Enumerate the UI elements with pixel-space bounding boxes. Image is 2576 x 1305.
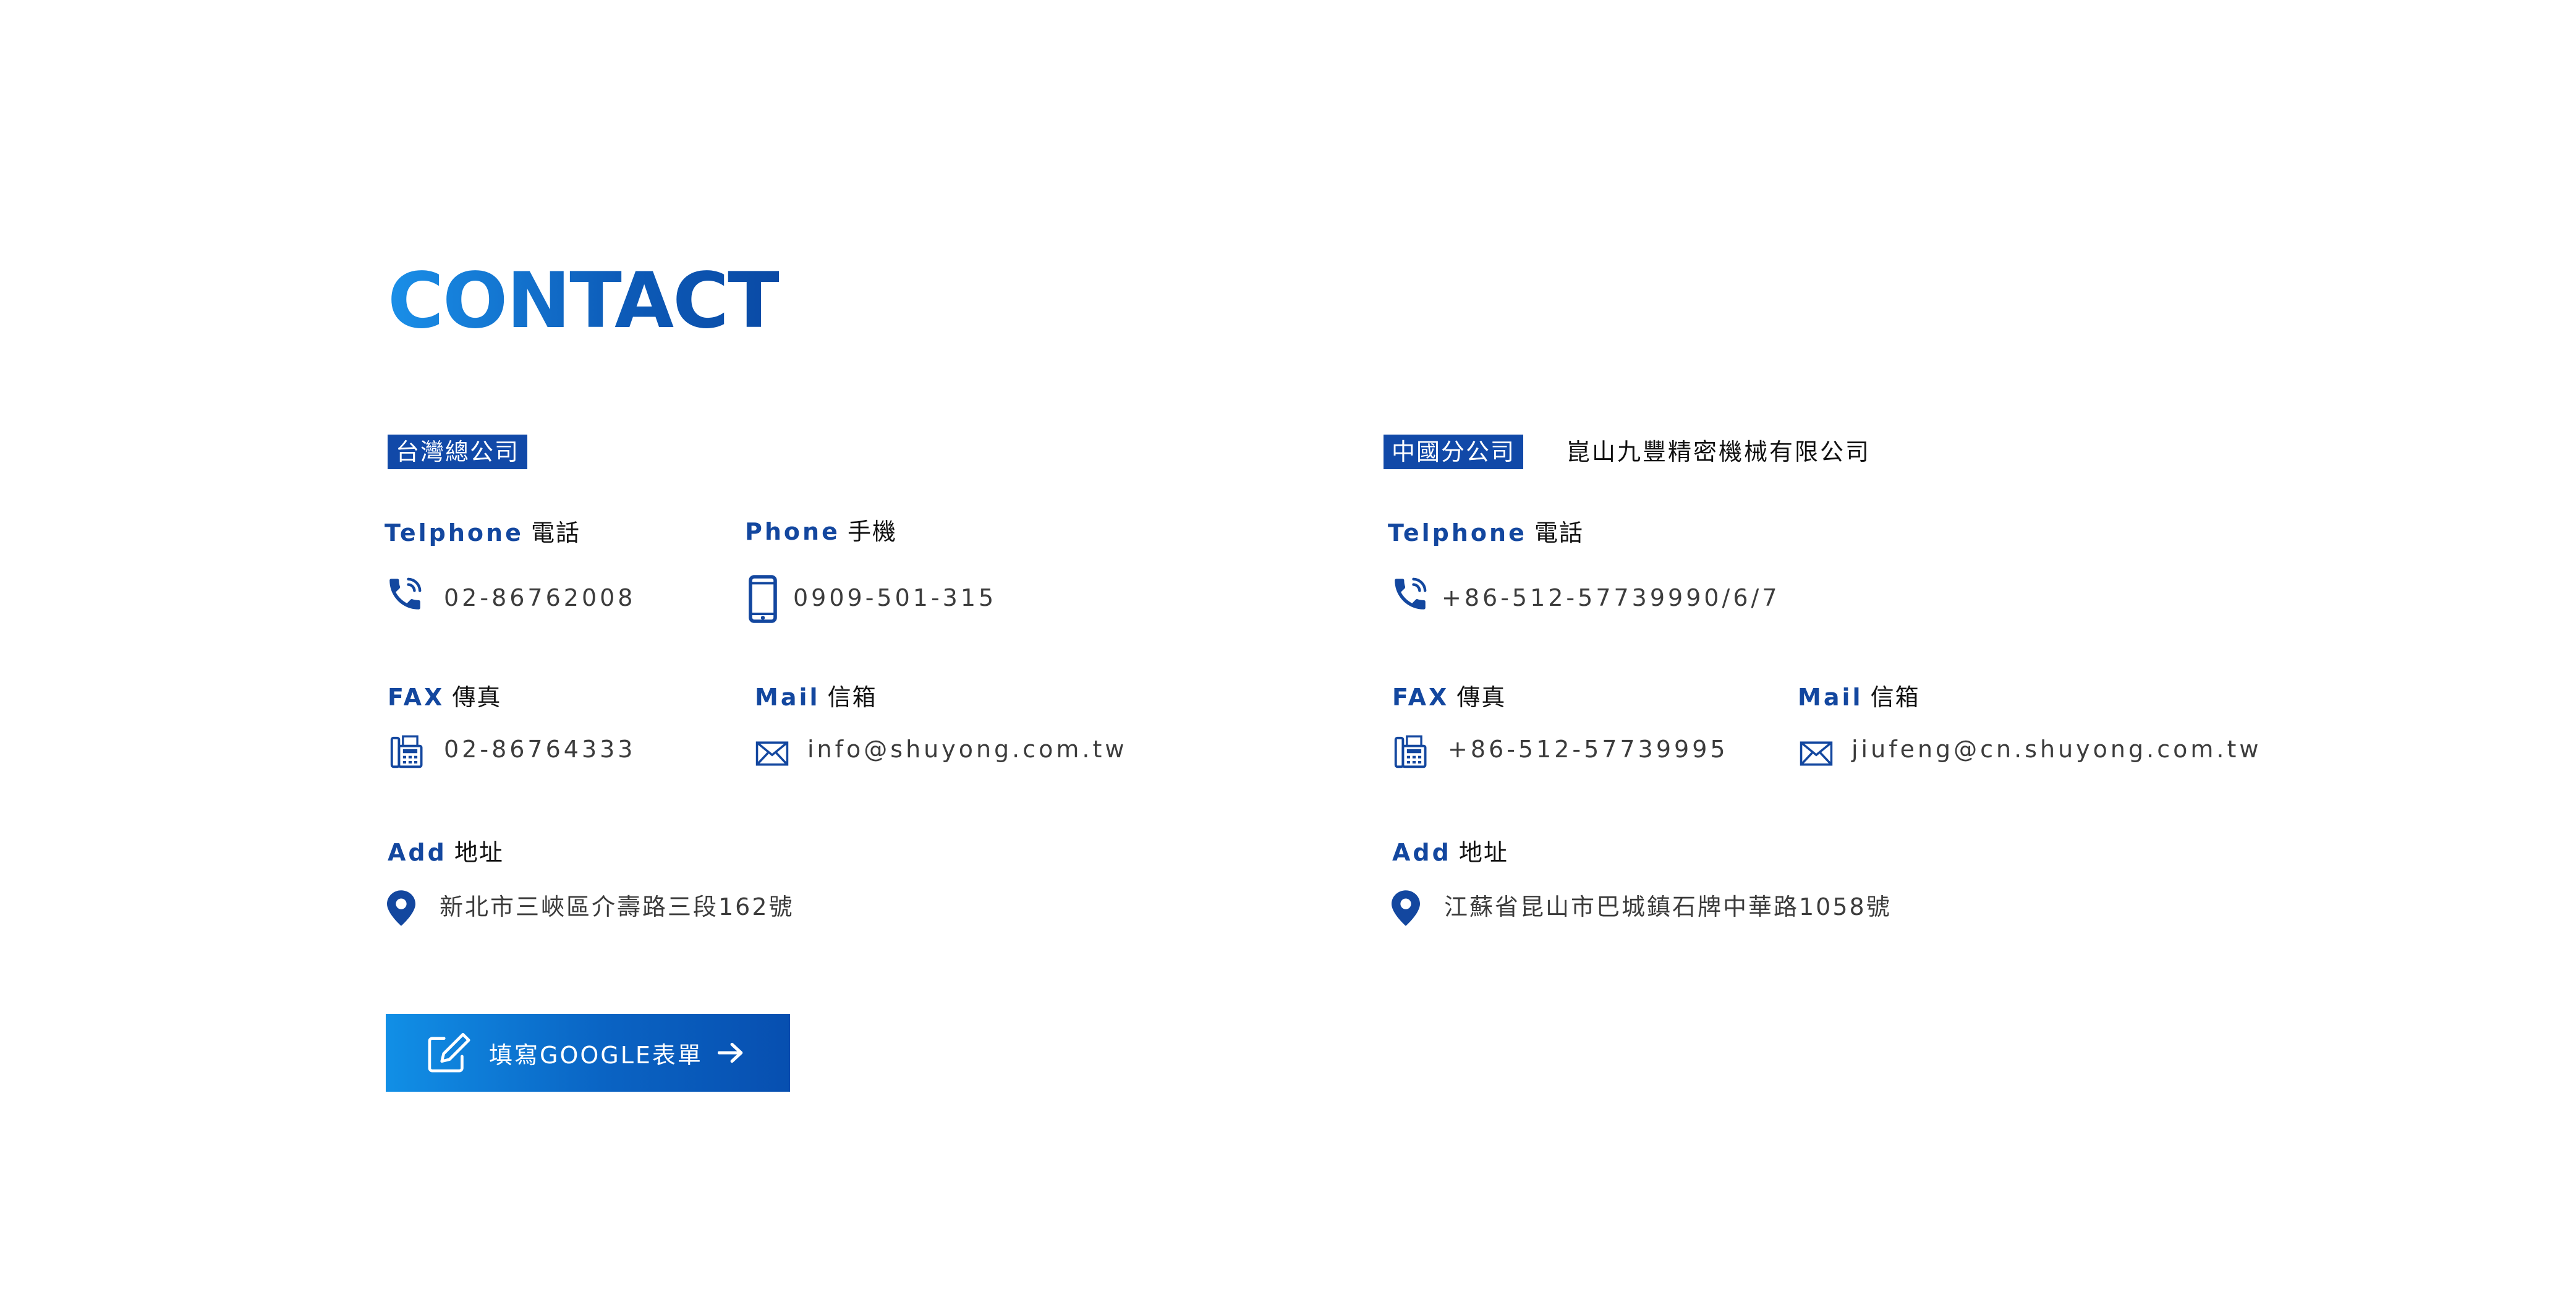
china-add-label-en: Add [1392, 839, 1452, 866]
taiwan-mail-label: Mail 信箱 [755, 686, 877, 709]
taiwan-add-label: Add 地址 [388, 841, 504, 864]
taiwan-fax-label: FAX 傳真 [388, 686, 501, 709]
china-mail-value[interactable]: jiufeng@cn.shuyong.com.tw [1851, 738, 2261, 761]
china-fax-label-en: FAX [1392, 684, 1450, 711]
china-tel-label-zh: 電話 [1534, 519, 1584, 546]
china-add-label-zh: 地址 [1458, 839, 1508, 866]
map-pin-icon [387, 890, 415, 926]
google-form-button-label: 填寫GOOGLE表單 [489, 1041, 703, 1069]
map-pin-icon [1392, 890, 1420, 926]
taiwan-fax-value[interactable]: 02-86764333 [444, 738, 635, 761]
taiwan-fax-label-en: FAX [388, 684, 445, 711]
china-mail-label: Mail 信箱 [1798, 686, 1920, 709]
china-fax-label: FAX 傳真 [1392, 686, 1506, 709]
fax-icon [1394, 735, 1427, 768]
arrow-right-icon [717, 1042, 743, 1063]
china-tel-value[interactable]: +86-512-57739990/6/7 [1442, 586, 1780, 610]
taiwan-phone-label: Phone 手機 [745, 520, 897, 543]
taiwan-hq-badge: 台灣總公司 [388, 435, 528, 469]
china-fax-value[interactable]: +86-512-57739995 [1448, 738, 1728, 761]
taiwan-phone-label-en: Phone [745, 518, 840, 545]
taiwan-mail-label-zh: 信箱 [827, 684, 877, 711]
taiwan-tel-label-en: Telphone [385, 519, 524, 546]
mail-icon [1800, 741, 1833, 766]
china-fax-label-zh: 傳真 [1456, 684, 1507, 711]
china-company-name: 崑山九豐精密機械有限公司 [1566, 438, 1871, 465]
china-mail-label-zh: 信箱 [1870, 684, 1920, 711]
china-tel-label-en: Telphone [1388, 519, 1527, 546]
taiwan-mail-value[interactable]: info@shuyong.com.tw [807, 738, 1127, 761]
china-branch-badge: 中國分公司 [1384, 435, 1524, 469]
mobile-phone-icon [749, 575, 777, 623]
edit-icon [428, 1032, 470, 1073]
taiwan-add-value: 新北市三峽區介壽路三段162號 [440, 893, 794, 920]
taiwan-tel-value[interactable]: 02-86762008 [444, 586, 635, 610]
taiwan-add-label-en: Add [388, 839, 447, 866]
taiwan-tel-label-zh: 電話 [530, 519, 580, 546]
mail-icon [755, 741, 789, 766]
taiwan-phone-label-zh: 手機 [847, 518, 897, 545]
taiwan-mail-label-en: Mail [755, 684, 820, 711]
page-title: CONTACT [388, 257, 780, 346]
taiwan-add-label-zh: 地址 [454, 839, 504, 866]
china-add-label: Add 地址 [1392, 841, 1508, 864]
phone-call-icon [389, 577, 422, 610]
google-form-button[interactable]: 填寫GOOGLE表單 [386, 1014, 790, 1092]
taiwan-phone-value[interactable]: 0909-501-315 [793, 586, 997, 610]
taiwan-tel-label: Telphone 電話 [385, 521, 580, 545]
china-tel-label: Telphone 電話 [1388, 521, 1584, 545]
china-add-value: 江蘇省昆山市巴城鎮石牌中華路1058號 [1444, 893, 1892, 920]
phone-call-icon [1395, 577, 1427, 610]
fax-icon [390, 735, 423, 768]
taiwan-fax-label-zh: 傳真 [452, 684, 502, 711]
china-mail-label-en: Mail [1798, 684, 1863, 711]
